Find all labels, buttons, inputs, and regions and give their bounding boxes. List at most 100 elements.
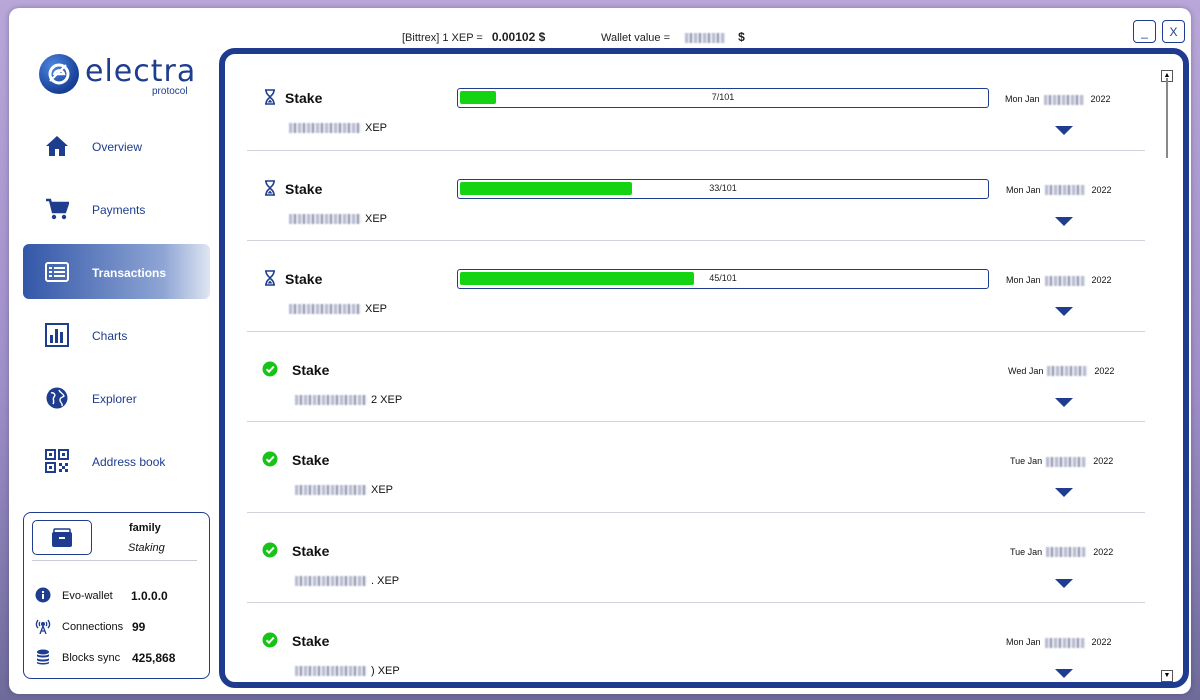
transaction-type: Stake [285,90,323,106]
transactions-panel: Stake XEP 7/101 Mon Jan 2022 Stake XEP 33/101 Mo… [219,48,1189,688]
transaction-row[interactable]: Stake XEP 33/101 Mon Jan 2022 [247,151,1145,241]
confirmation-progress: 33/101 [457,178,989,199]
progress-text: 45/101 [709,273,737,283]
transaction-date: Mon Jan 2022 [1005,94,1111,105]
sidebar-item-explorer[interactable]: Explorer [23,370,210,425]
wallet-value-unit: $ [738,30,745,44]
wallet-info-box: family Staking Evo-wallet 1.0.0.0 Connec… [23,512,210,679]
divider [32,560,197,561]
date-day: Tue Jan [1010,546,1043,557]
transaction-row[interactable]: Stake XEP 7/101 Mon Jan 2022 [247,60,1145,151]
progress-text: 33/101 [709,182,737,193]
amount-currency: XEP [365,122,388,134]
date-redacted [1044,637,1085,648]
blocks-sync-count: 425,868 [132,651,176,665]
transaction-amount: 2 XEP [291,394,402,406]
date-redacted [1043,94,1084,105]
transaction-amount: XEP [291,484,393,496]
transaction-type: Stake [292,361,330,378]
minimize-button[interactable]: _ [1133,20,1156,43]
expand-chevron-icon[interactable] [1055,578,1073,588]
wallet-select-button[interactable] [32,520,92,555]
amount-redacted [295,666,367,677]
transaction-type: Stake [285,271,323,287]
amount-redacted [289,304,361,315]
expand-chevron-icon[interactable] [1055,126,1073,135]
date-year: 2022 [1090,94,1111,104]
date-year: 2022 [1093,546,1114,557]
close-button[interactable]: X [1162,20,1185,43]
blocks-sync-label: Blocks sync [62,652,121,664]
check-circle-icon [262,542,278,557]
expand-chevron-icon[interactable] [1055,216,1073,226]
sidebar-label-explorer: Explorer [92,392,137,406]
date-redacted [1047,366,1088,377]
bar-chart-icon [45,323,69,347]
qr-code-icon [45,449,69,473]
transaction-amount: XEP [285,122,387,134]
cart-icon [46,198,69,220]
transaction-type: Stake [292,542,330,559]
price-ticker: [Bittrex] 1 XEP = 0.00102 $ [402,30,545,44]
date-day: Mon Jan [1005,94,1040,104]
logo-subtitle: protocol [152,86,188,97]
scroll-down-arrow[interactable]: ▼ [1161,670,1173,682]
connections-label: Connections [62,621,124,633]
transaction-date: Wed Jan 2022 [1008,366,1114,377]
wallet-state: Staking [128,542,165,554]
expand-chevron-icon[interactable] [1055,307,1073,316]
expand-chevron-icon[interactable] [1055,669,1073,678]
transaction-row[interactable]: Stake) XEP Mon Jan 2022 [247,603,1145,682]
wallet-icon [52,527,72,547]
header-bar: [Bittrex] 1 XEP = 0.00102 $ Wallet value… [9,26,1191,48]
database-icon [37,649,49,665]
check-circle-icon [262,632,278,648]
date-year: 2022 [1094,365,1115,376]
expand-chevron-icon[interactable] [1055,488,1073,497]
transaction-row[interactable]: Stake 2 XEP Wed Jan 2022 [247,332,1145,422]
amount-redacted [289,123,361,134]
transaction-row[interactable]: Stake . XEP Tue Jan 2022 [247,513,1145,603]
connections-count: 99 [132,620,146,634]
scrollbar-thumb[interactable] [1166,78,1168,158]
date-year: 2022 [1091,637,1112,647]
amount-redacted [295,575,367,586]
globe-icon [46,387,68,409]
evo-wallet-label: Evo-wallet [62,590,113,602]
sidebar-item-overview[interactable]: Overview [23,118,210,173]
transaction-type: Stake [285,180,323,197]
transaction-row[interactable]: Stake XEP 45/101 Mon Jan 2022 [247,241,1145,332]
amount-currency: . XEP [371,574,400,587]
blocks-sync-row: Blocks sync 425,868 [35,649,205,667]
amount-currency: 2 XEP [371,393,403,406]
wallet-value: Wallet value = $ [601,30,745,44]
transaction-amount: XEP [285,303,387,315]
price-value: 0.00102 $ [491,30,546,44]
amount-redacted [289,213,361,224]
scrollbar[interactable]: ▲ ▼ [1161,70,1175,682]
electra-logo-icon [39,54,79,94]
confirmation-progress: 45/101 [457,269,989,289]
transaction-row[interactable]: Stake XEP Tue Jan 2022 [247,422,1145,513]
sidebar-item-charts[interactable]: Charts [23,307,210,362]
sidebar-item-address-book[interactable]: Address book [23,433,210,488]
wallet-window: [Bittrex] 1 XEP = 0.00102 $ Wallet value… [9,8,1191,694]
sidebar-item-payments[interactable]: Payments [23,181,210,236]
sidebar-item-transactions[interactable]: Transactions [23,244,210,299]
hourglass-icon [265,89,275,105]
date-redacted [1044,275,1085,286]
list-icon [45,262,69,282]
hourglass-icon [265,179,275,196]
hourglass-icon [265,270,275,286]
date-year: 2022 [1091,275,1112,285]
amount-currency: ) XEP [371,665,400,677]
date-day: Mon Jan [1006,184,1041,195]
progress-text: 7/101 [711,92,735,102]
date-redacted [1046,456,1087,467]
expand-chevron-icon[interactable] [1055,397,1073,407]
sidebar-label-payments: Payments [92,203,146,217]
date-day: Mon Jan [1006,275,1041,285]
transaction-amount: ) XEP [291,665,400,677]
wallet-value-redacted [685,33,726,44]
transaction-amount: . XEP [291,575,399,587]
